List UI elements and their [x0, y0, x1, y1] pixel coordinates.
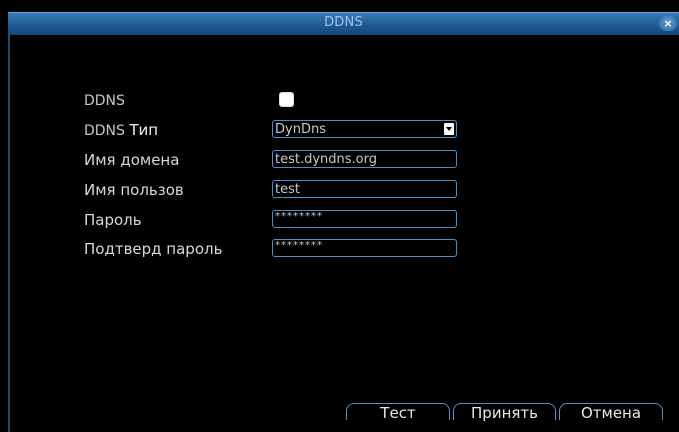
confirm-password-input[interactable]: ******** — [272, 239, 457, 257]
confirm-password-value: ******** — [275, 240, 323, 251]
ddns-type-label-suffix: Тип — [129, 121, 159, 139]
chevron-down-icon[interactable] — [444, 123, 454, 135]
apply-button[interactable]: Принять — [453, 403, 556, 422]
username-label: Имя пользов — [84, 181, 184, 199]
confirm-password-label: Подтверд пароль — [84, 240, 223, 258]
ddns-type-label: DDNS Тип — [84, 120, 158, 141]
cancel-button[interactable]: Отмена — [559, 403, 663, 422]
domain-input[interactable]: test.dyndns.org — [272, 150, 457, 168]
ddns-type-value: DynDns — [275, 122, 326, 137]
window-title: DDNS — [324, 15, 363, 30]
username-value: test — [275, 182, 300, 197]
ddns-type-label-prefix: DDNS — [84, 123, 125, 139]
password-label: Пароль — [84, 211, 142, 229]
confirm-password-row: Подтверд пароль ******** — [84, 239, 484, 259]
ddns-type-select[interactable]: DynDns — [272, 120, 457, 138]
ddns-enable-checkbox[interactable] — [279, 92, 294, 107]
close-icon: × — [663, 17, 673, 30]
ddns-type-row: DDNS Тип DynDns — [84, 120, 484, 140]
domain-value: test.dyndns.org — [275, 152, 378, 167]
dialog-left-border — [8, 34, 10, 432]
close-button[interactable]: × — [659, 16, 677, 31]
username-input[interactable]: test — [272, 180, 457, 198]
password-input[interactable]: ******** — [272, 210, 457, 228]
password-value: ******** — [275, 211, 323, 222]
ddns-label: DDNS — [84, 93, 125, 109]
domain-row: Имя домена test.dyndns.org — [84, 150, 484, 170]
domain-label: Имя домена — [84, 151, 180, 169]
username-row: Имя пользов test — [84, 180, 484, 200]
test-button[interactable]: Тест — [346, 403, 450, 422]
title-bar: DDNS × — [8, 12, 679, 35]
password-row: Пароль ******** — [84, 210, 484, 230]
